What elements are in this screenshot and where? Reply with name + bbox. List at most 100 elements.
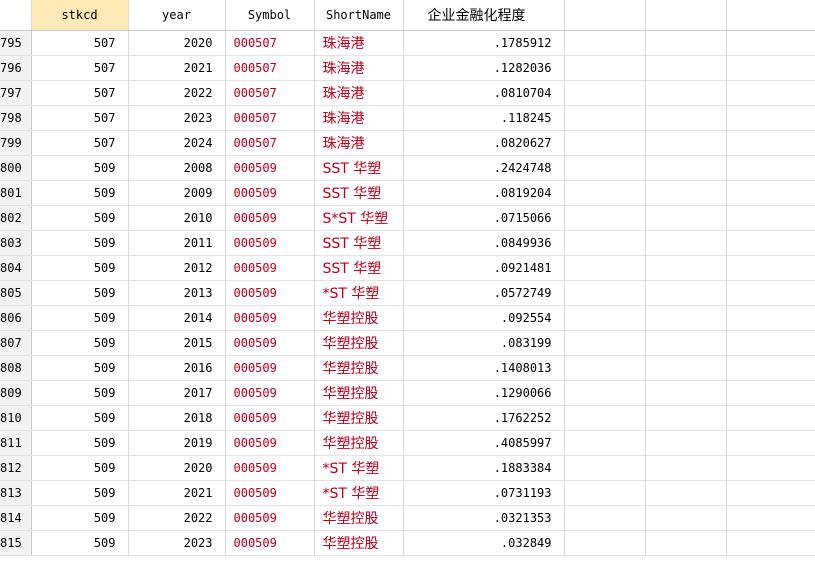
empty-cell[interactable] [726, 155, 815, 181]
cell-financialization[interactable]: .1762252 [403, 405, 565, 431]
cell-year[interactable]: 2011 [128, 230, 226, 256]
empty-cell[interactable] [645, 130, 727, 156]
cell-symbol[interactable]: 000507 [225, 55, 315, 81]
cell-financialization[interactable]: .1290066 [403, 380, 565, 406]
empty-cell[interactable] [564, 505, 646, 531]
empty-cell[interactable] [564, 230, 646, 256]
cell-stkcd[interactable]: 509 [31, 480, 129, 506]
table-row[interactable]: 805 509 2013 000509 *ST 华塑 .0572749 [0, 280, 815, 306]
cell-stkcd[interactable]: 509 [31, 305, 129, 331]
cell-financialization[interactable]: .0819204 [403, 180, 565, 206]
cell-symbol[interactable]: 000509 [225, 405, 315, 431]
empty-cell[interactable] [726, 505, 815, 531]
empty-cell[interactable] [564, 430, 646, 456]
cell-stkcd[interactable]: 509 [31, 430, 129, 456]
cell-year[interactable]: 2020 [128, 455, 226, 481]
cell-financialization[interactable]: .118245 [403, 105, 565, 131]
cell-year[interactable]: 2023 [128, 530, 226, 556]
empty-cell[interactable] [726, 355, 815, 381]
cell-financialization[interactable]: .0731193 [403, 480, 565, 506]
empty-cell[interactable] [726, 55, 815, 81]
cell-year[interactable]: 2012 [128, 255, 226, 281]
empty-cell[interactable] [645, 505, 727, 531]
cell-stkcd[interactable]: 509 [31, 355, 129, 381]
cell-financialization[interactable]: .0321353 [403, 505, 565, 531]
empty-cell[interactable] [564, 155, 646, 181]
cell-financialization[interactable]: .0810704 [403, 80, 565, 106]
cell-shortname[interactable]: 华塑控股 [314, 355, 404, 381]
empty-cell[interactable] [564, 405, 646, 431]
empty-cell[interactable] [564, 55, 646, 81]
cell-financialization[interactable]: .083199 [403, 330, 565, 356]
table-row[interactable]: 800 509 2008 000509 SST 华塑 .2424748 [0, 155, 815, 181]
cell-symbol[interactable]: 000509 [225, 480, 315, 506]
table-row[interactable]: 796 507 2021 000507 珠海港 .1282036 [0, 55, 815, 81]
cell-shortname[interactable]: 华塑控股 [314, 505, 404, 531]
cell-year[interactable]: 2015 [128, 330, 226, 356]
cell-stkcd[interactable]: 509 [31, 180, 129, 206]
cell-symbol[interactable]: 000509 [225, 255, 315, 281]
table-row[interactable]: 809 509 2017 000509 华塑控股 .1290066 [0, 380, 815, 406]
cell-stkcd[interactable]: 507 [31, 130, 129, 156]
cell-symbol[interactable]: 000509 [225, 530, 315, 556]
empty-cell[interactable] [564, 330, 646, 356]
cell-year[interactable]: 2013 [128, 280, 226, 306]
empty-cell[interactable] [564, 80, 646, 106]
cell-year[interactable]: 2021 [128, 55, 226, 81]
cell-year[interactable]: 2022 [128, 80, 226, 106]
empty-cell[interactable] [726, 305, 815, 331]
cell-year[interactable]: 2009 [128, 180, 226, 206]
cell-shortname[interactable]: SST 华塑 [314, 180, 404, 206]
empty-cell[interactable] [564, 280, 646, 306]
empty-cell[interactable] [645, 530, 727, 556]
cell-year[interactable]: 2008 [128, 155, 226, 181]
cell-financialization[interactable]: .0820627 [403, 130, 565, 156]
cell-stkcd[interactable]: 507 [31, 55, 129, 81]
empty-cell[interactable] [645, 55, 727, 81]
empty-cell[interactable] [726, 330, 815, 356]
empty-cell[interactable] [564, 30, 646, 56]
table-row[interactable]: 814 509 2022 000509 华塑控股 .0321353 [0, 505, 815, 531]
cell-symbol[interactable]: 000509 [225, 455, 315, 481]
empty-cell[interactable] [645, 255, 727, 281]
table-row[interactable]: 799 507 2024 000507 珠海港 .0820627 [0, 130, 815, 156]
table-row[interactable]: 815 509 2023 000509 华塑控股 .032849 [0, 530, 815, 556]
empty-cell[interactable] [564, 380, 646, 406]
cell-symbol[interactable]: 000509 [225, 505, 315, 531]
empty-cell[interactable] [645, 30, 727, 56]
empty-cell[interactable] [564, 205, 646, 231]
empty-cell[interactable] [645, 330, 727, 356]
table-row[interactable]: 804 509 2012 000509 SST 华塑 .0921481 [0, 255, 815, 281]
empty-cell[interactable] [645, 455, 727, 481]
table-row[interactable]: 806 509 2014 000509 华塑控股 .092554 [0, 305, 815, 331]
empty-cell[interactable] [564, 455, 646, 481]
cell-shortname[interactable]: 珠海港 [314, 30, 404, 56]
empty-cell[interactable] [726, 130, 815, 156]
cell-shortname[interactable]: 华塑控股 [314, 405, 404, 431]
cell-shortname[interactable]: 华塑控股 [314, 530, 404, 556]
table-row[interactable]: 811 509 2019 000509 华塑控股 .4085997 [0, 430, 815, 456]
cell-stkcd[interactable]: 509 [31, 155, 129, 181]
cell-financialization[interactable]: .1883384 [403, 455, 565, 481]
cell-stkcd[interactable]: 509 [31, 505, 129, 531]
cell-stkcd[interactable]: 509 [31, 330, 129, 356]
cell-symbol[interactable]: 000507 [225, 130, 315, 156]
cell-symbol[interactable]: 000507 [225, 30, 315, 56]
cell-financialization[interactable]: .1282036 [403, 55, 565, 81]
cell-shortname[interactable]: *ST 华塑 [314, 455, 404, 481]
empty-cell[interactable] [645, 105, 727, 131]
cell-symbol[interactable]: 000509 [225, 355, 315, 381]
cell-financialization[interactable]: .032849 [403, 530, 565, 556]
empty-cell[interactable] [564, 355, 646, 381]
empty-cell[interactable] [645, 280, 727, 306]
cell-symbol[interactable]: 000509 [225, 380, 315, 406]
empty-cell[interactable] [645, 80, 727, 106]
column-header-year[interactable]: year [128, 0, 226, 31]
cell-stkcd[interactable]: 509 [31, 205, 129, 231]
empty-cell[interactable] [645, 430, 727, 456]
cell-symbol[interactable]: 000507 [225, 80, 315, 106]
empty-cell[interactable] [564, 130, 646, 156]
empty-cell[interactable] [645, 480, 727, 506]
cell-shortname[interactable]: 华塑控股 [314, 380, 404, 406]
cell-year[interactable]: 2019 [128, 430, 226, 456]
